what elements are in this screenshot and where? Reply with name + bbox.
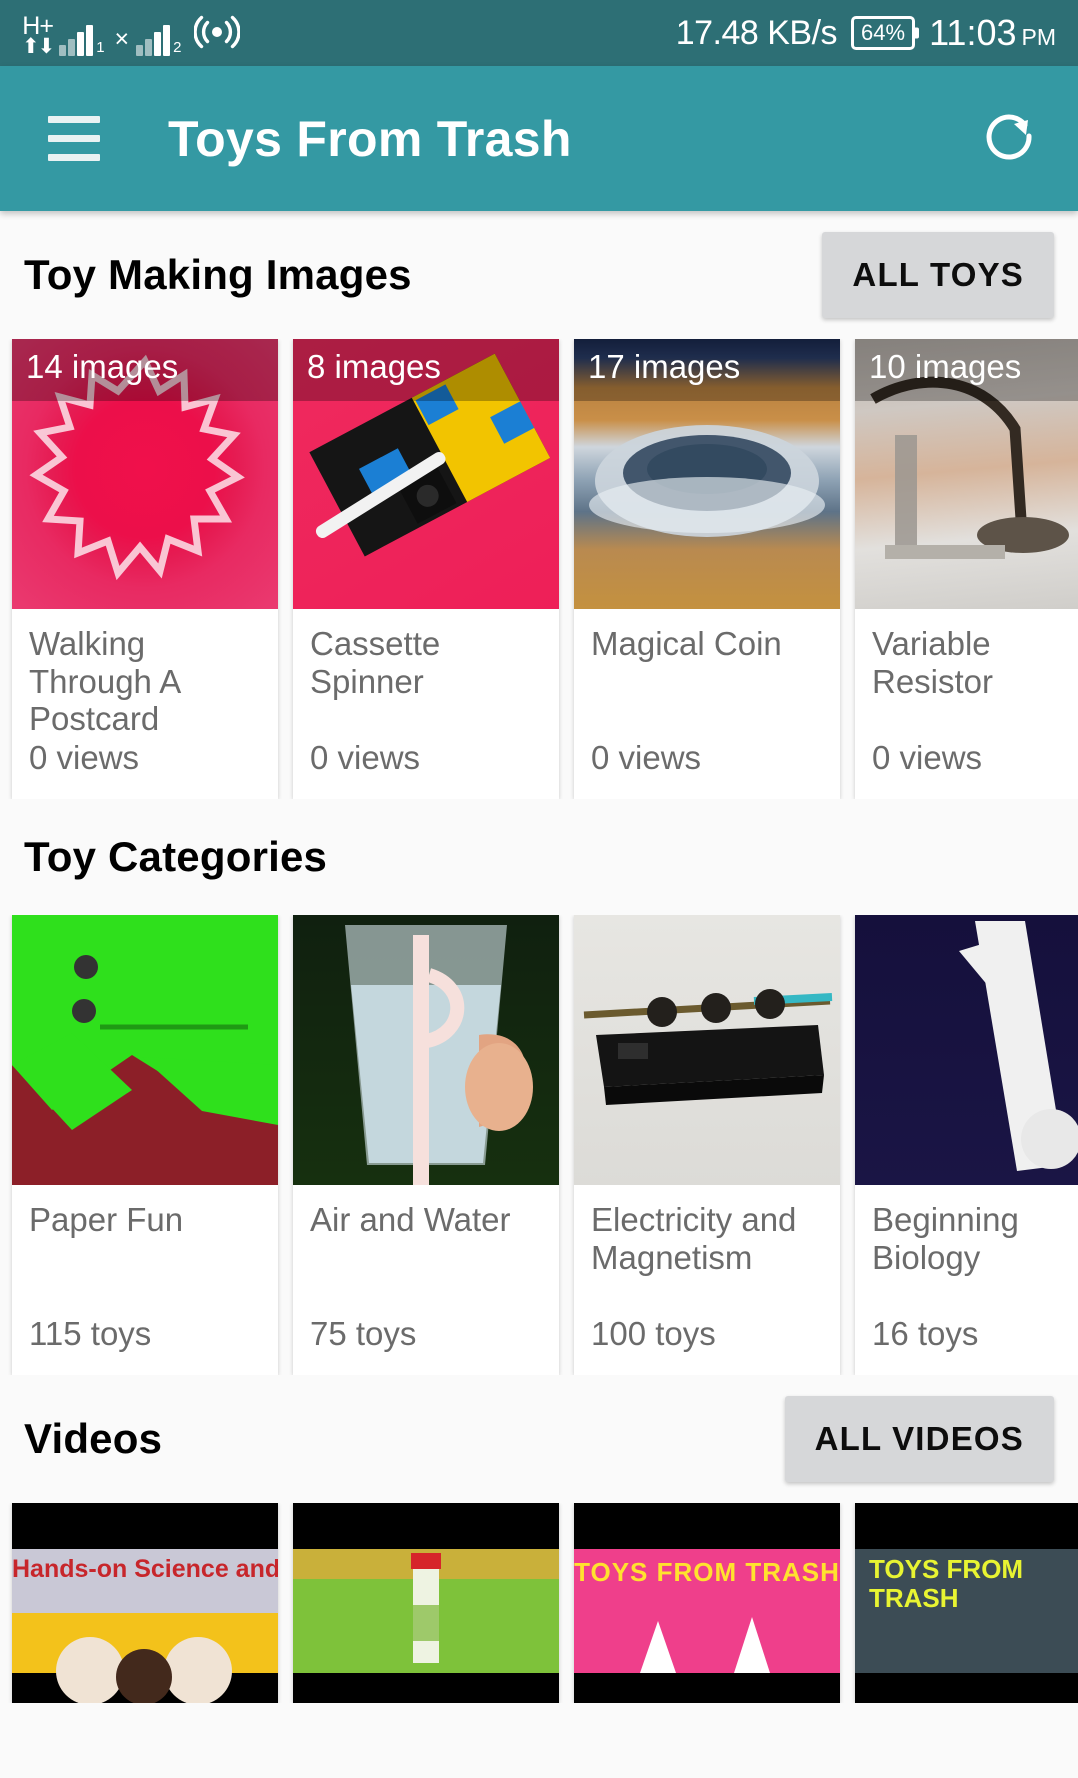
status-bar-left-icons: H+ ⬆⬇ 1 × 2 — [22, 10, 241, 59]
video-card[interactable]: Hands-on Science and Maths — [12, 1503, 278, 1703]
video-card[interactable] — [293, 1503, 559, 1703]
main-content: Toy Making Images ALL TOYS 14 images Wal… — [0, 211, 1078, 1778]
category-card-thumbnail — [855, 915, 1078, 1185]
category-card-count: 115 toys — [29, 1315, 152, 1352]
network-speed-label: 17.48 KB/s — [675, 13, 838, 52]
category-card-count: 75 toys — [310, 1315, 417, 1352]
all-toys-button[interactable]: ALL TOYS — [822, 232, 1054, 318]
app-bar: Toys From Trash — [0, 66, 1078, 211]
image-card-views: 0 views — [29, 739, 140, 776]
image-card-title: Magical Coin — [591, 625, 782, 662]
image-count-badge: 14 images — [26, 348, 179, 385]
video-card-thumbnail: Hands-on Science and Maths — [12, 1503, 278, 1703]
image-card-body: Variable Resistor 0 views — [855, 609, 1078, 799]
section-header-categories: Toy Categories — [0, 799, 1078, 915]
image-card-title: Walking Through A Postcard — [29, 625, 180, 738]
video-card-thumbnail — [293, 1503, 559, 1703]
section-header-videos: Videos ALL VIDEOS — [0, 1375, 1078, 1503]
signal-bars-sim2-icon: 2 — [136, 22, 182, 56]
category-card-thumbnail — [574, 915, 840, 1185]
image-card-title: Variable Resistor — [872, 625, 994, 700]
image-card-body: Cassette Spinner 0 views — [293, 609, 559, 799]
category-card-count: 16 toys — [872, 1315, 979, 1352]
image-card-title: Cassette Spinner — [310, 625, 441, 700]
thumbnail-art — [855, 915, 1078, 1185]
video-caption: TOYS FROM TRASH — [574, 1557, 840, 1587]
data-transfer-arrows-icon: ⬆⬇ — [22, 35, 55, 59]
category-card-title: Paper Fun — [29, 1201, 184, 1238]
categories-card-rail[interactable]: Paper Fun 115 toys Air and Water 75 toys… — [0, 915, 1078, 1375]
image-card-views: 0 views — [872, 739, 983, 776]
category-card-thumbnail — [293, 915, 559, 1185]
videos-card-rail[interactable]: Hands-on Science and Maths — [0, 1503, 1078, 1703]
image-card[interactable]: 14 images Walking Through A Postcard 0 v… — [12, 339, 278, 799]
image-card[interactable]: 8 images Cassette Spinner 0 views — [293, 339, 559, 799]
status-bar: H+ ⬆⬇ 1 × 2 17.48 KB/s 64% 11:03 PM — [0, 0, 1078, 66]
category-card[interactable]: Air and Water 75 toys — [293, 915, 559, 1375]
images-card-rail[interactable]: 14 images Walking Through A Postcard 0 v… — [0, 339, 1078, 799]
sim2-label: 2 — [173, 39, 182, 56]
category-card[interactable]: Beginning Biology 16 toys — [855, 915, 1078, 1375]
image-card-views: 0 views — [591, 739, 702, 776]
image-count-badge: 8 images — [307, 348, 441, 385]
section-title-videos: Videos — [24, 1415, 163, 1462]
image-card-thumbnail: 10 images — [855, 339, 1078, 609]
image-card-thumbnail: 17 images — [574, 339, 840, 609]
category-card-title: Air and Water — [310, 1201, 511, 1238]
thumbnail-art — [12, 915, 278, 1185]
image-card[interactable]: 17 images Magical Coin 0 views — [574, 339, 840, 799]
section-title-categories: Toy Categories — [24, 833, 328, 880]
no-service-x-icon: × — [114, 25, 130, 53]
section-header-images: Toy Making Images ALL TOYS — [0, 211, 1078, 339]
battery-indicator: 64% — [851, 16, 916, 50]
category-card-title: Electricity and Magnetism — [591, 1201, 797, 1276]
image-card-views: 0 views — [310, 739, 421, 776]
image-card-body: Magical Coin 0 views — [574, 609, 840, 799]
category-card-body: Paper Fun 115 toys — [12, 1185, 278, 1375]
video-caption: Hands-on Science and Maths — [12, 1555, 278, 1583]
video-card[interactable]: TOYS FROM TRASH — [855, 1503, 1078, 1703]
video-card-thumbnail: TOYS FROM TRASH — [574, 1503, 840, 1703]
category-card-title: Beginning Biology — [872, 1201, 1019, 1276]
video-card-thumbnail: TOYS FROM TRASH — [855, 1503, 1078, 1703]
hamburger-icon[interactable] — [48, 116, 100, 161]
category-card-body: Air and Water 75 toys — [293, 1185, 559, 1375]
clock: 11:03 PM — [929, 12, 1056, 54]
category-card[interactable]: Paper Fun 115 toys — [12, 915, 278, 1375]
category-card-body: Beginning Biology 16 toys — [855, 1185, 1078, 1375]
hotspot-icon — [192, 15, 241, 54]
status-bar-right-info: 17.48 KB/s 64% 11:03 PM — [676, 12, 1056, 54]
sim1-label: 1 — [96, 39, 105, 56]
image-card-body: Walking Through A Postcard 0 views — [12, 609, 278, 799]
section-title-images: Toy Making Images — [24, 251, 412, 298]
clock-time: 11:03 — [929, 12, 1017, 53]
clock-ampm: PM — [1021, 24, 1057, 50]
image-card[interactable]: 10 images Variable Resistor 0 views — [855, 339, 1078, 799]
network-type-indicator: H+ ⬆⬇ — [22, 14, 55, 59]
thumbnail-art — [293, 915, 559, 1185]
all-videos-button[interactable]: ALL VIDEOS — [784, 1396, 1054, 1482]
page-title: Toys From Trash — [168, 110, 572, 167]
image-card-thumbnail: 8 images — [293, 339, 559, 609]
category-card-thumbnail — [12, 915, 278, 1185]
image-count-badge: 17 images — [588, 348, 741, 385]
signal-bars-sim1-icon: 1 — [59, 22, 105, 56]
category-card-body: Electricity and Magnetism 100 toys — [574, 1185, 840, 1375]
category-card-count: 100 toys — [591, 1315, 716, 1352]
thumbnail-art — [574, 915, 840, 1185]
category-card[interactable]: Electricity and Magnetism 100 toys — [574, 915, 840, 1375]
refresh-icon[interactable] — [978, 105, 1040, 172]
image-card-thumbnail: 14 images — [12, 339, 278, 609]
image-count-badge: 10 images — [869, 348, 1022, 385]
video-caption: TOYS FROM TRASH — [869, 1555, 1024, 1613]
video-card[interactable]: TOYS FROM TRASH — [574, 1503, 840, 1703]
